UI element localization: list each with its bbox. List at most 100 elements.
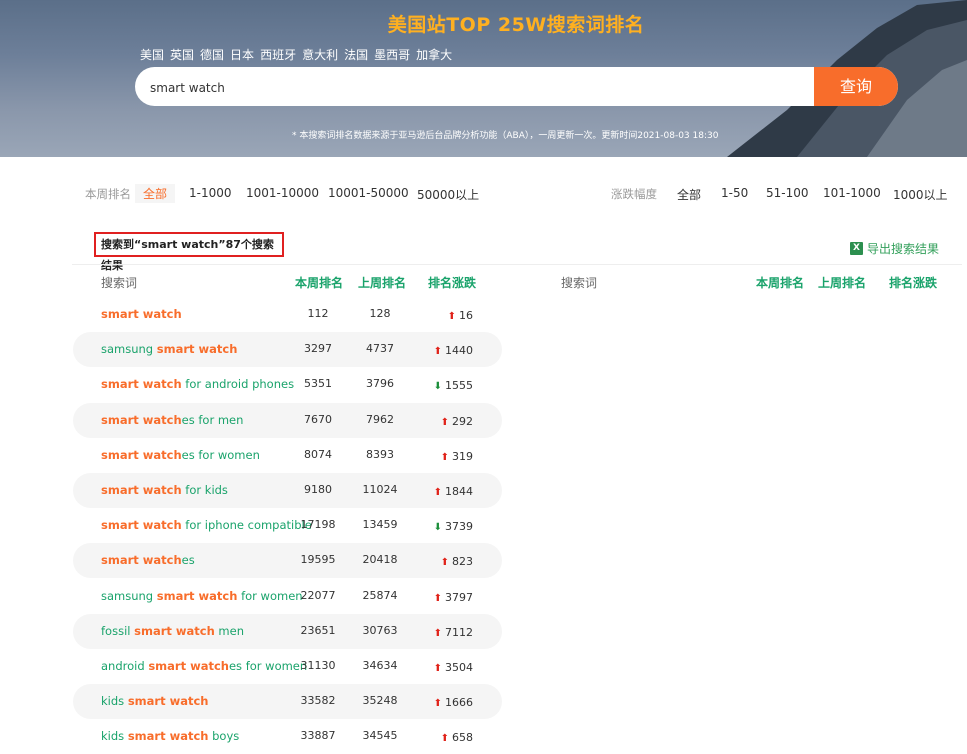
keyword-link[interactable]: smart watch (101, 307, 182, 321)
keyword-link[interactable]: samsung smart watch (101, 342, 237, 356)
filter-bar: 本周排名 全部 1-1000 1001-10000 10001-50000 50… (0, 184, 967, 204)
keyword-link[interactable]: smart watches (101, 553, 195, 567)
keyword-highlight: smart watch (127, 694, 209, 709)
rank-change-value: 3797 (445, 590, 473, 604)
table-row: samsung smart watch 3297 4737 ⬆ 1440 (73, 332, 502, 368)
header-keyword: 搜索词 (101, 276, 138, 290)
rank-change-value: 3504 (445, 661, 473, 674)
keyword-link[interactable]: kids smart watch boys (101, 729, 239, 743)
country-tab-ca[interactable]: 加拿大 (416, 46, 452, 63)
last-week-rank: 35248 (362, 694, 398, 708)
last-week-rank: 4737 (366, 342, 394, 356)
rank-change-value: 7112 (445, 625, 473, 639)
country-tab-us[interactable]: 美国 (140, 46, 164, 63)
keyword-highlight: smart watch (101, 307, 182, 321)
change-filter-101-1000[interactable]: 101-1000 (823, 186, 881, 200)
country-tab-it[interactable]: 意大利 (302, 46, 338, 63)
rank-change-value: 1555 (445, 379, 473, 393)
country-tab-mx[interactable]: 墨西哥 (374, 46, 410, 63)
country-tab-fr[interactable]: 法国 (344, 46, 368, 63)
keyword-link[interactable]: smart watches for women (101, 448, 260, 462)
header-last-week-right[interactable]: 上周排名 (818, 274, 866, 291)
table-row: android smart watches for women 31130 3463… (73, 649, 502, 684)
table-row: smart watch for iphone compatible 17198 13… (73, 508, 502, 543)
keyword-prefix: samsung (101, 342, 157, 357)
keyword-link[interactable]: android smart watches for women (101, 659, 307, 673)
keyword-link[interactable]: smart watches for men (101, 413, 243, 427)
rank-change-value: 1844 (445, 485, 473, 498)
header-last-week[interactable]: 上周排名 (358, 274, 406, 291)
change-filter-1000-plus[interactable]: 1000以上 (893, 186, 948, 203)
keyword-suffix: for android phones (181, 377, 295, 392)
last-week-rank: 34545 (362, 729, 398, 743)
arrow-up-icon: ⬆ (433, 698, 442, 710)
country-tab-jp[interactable]: 日本 (230, 46, 254, 63)
table-row: smart watches for men 7670 7962 ⬆ 292 (73, 402, 502, 438)
keyword-link[interactable]: kids smart watch (101, 694, 208, 708)
header-this-week[interactable]: 本周排名 (295, 274, 343, 291)
rank-change-value: 3739 (445, 520, 473, 534)
keyword-highlight: smart watch (101, 483, 182, 497)
rank-change: ⬆ 658 (417, 731, 473, 744)
keyword-highlight: smart watch (101, 412, 182, 427)
arrow-up-icon: ⬆ (440, 733, 449, 745)
arrow-down-icon: ⬇ (433, 381, 442, 393)
rank-change: ⬆ 7112 (417, 626, 473, 639)
arrow-up-icon: ⬆ (433, 663, 442, 674)
keyword-highlight: smart watch (148, 659, 229, 673)
keyword-highlight: smart watch (156, 342, 238, 357)
rank-change-value: 1440 (445, 344, 473, 358)
rank-filter-50000-plus[interactable]: 50000以上 (417, 186, 479, 203)
country-tab-uk[interactable]: 英国 (170, 46, 194, 63)
rank-filter-1-1000[interactable]: 1-1000 (189, 186, 232, 200)
rank-change-value: 16 (459, 309, 473, 322)
rank-filter-1001-10000[interactable]: 1001-10000 (246, 186, 319, 200)
export-button[interactable]: X 导出搜索结果 (850, 240, 939, 257)
table-row: smart watch 112 128 ⬆ 16 (73, 297, 502, 332)
excel-icon: X (850, 242, 863, 255)
keyword-highlight: smart watch (156, 588, 238, 603)
table-row: smart watches for women 8074 8393 ⬆ 319 (73, 438, 502, 473)
keyword-link[interactable]: smart watch for android phones (101, 377, 294, 391)
country-tabs: 美国 英国 德国 日本 西班牙 意大利 法国 墨西哥 加拿大 (140, 46, 452, 63)
last-week-rank: 7962 (366, 412, 394, 426)
keyword-suffix: es for women (181, 447, 260, 462)
rank-change: ⬆ 3797 (417, 591, 473, 604)
change-filter-all[interactable]: 全部 (677, 186, 701, 203)
rank-change-value: 292 (452, 414, 473, 428)
export-label: 导出搜索结果 (867, 242, 940, 256)
rank-change: ⬆ 319 (417, 450, 473, 463)
last-week-rank: 30763 (362, 623, 398, 637)
search-button[interactable]: 查询 (814, 67, 898, 106)
last-week-rank: 13459 (362, 518, 398, 532)
country-tab-de[interactable]: 德国 (200, 46, 224, 63)
header-change-right[interactable]: 排名涨跌 (889, 274, 937, 291)
arrow-up-icon: ⬆ (440, 451, 449, 463)
change-filter-51-100[interactable]: 51-100 (766, 186, 809, 200)
arrow-up-icon: ⬆ (440, 416, 449, 428)
rank-change-value: 658 (452, 731, 473, 745)
header-change[interactable]: 排名涨跌 (428, 274, 476, 291)
keyword-highlight: smart watch (127, 729, 209, 744)
header-this-week-right[interactable]: 本周排名 (756, 274, 804, 291)
keyword-link[interactable]: samsung smart watch for women (101, 589, 303, 603)
rank-change-value: 823 (452, 555, 473, 569)
rank-change: ⬇ 3739 (417, 520, 473, 533)
rank-change: ⬆ 1844 (417, 485, 473, 498)
country-tab-es[interactable]: 西班牙 (260, 46, 296, 63)
keyword-link[interactable]: fossil smart watch men (101, 624, 244, 638)
keyword-suffix: for kids (181, 483, 228, 497)
last-week-rank: 20418 (362, 553, 398, 567)
rank-filter-10001-50000[interactable]: 10001-50000 (328, 186, 409, 200)
rank-change: ⬆ 823 (417, 555, 473, 568)
rank-change: ⬇ 1555 (417, 379, 473, 392)
keyword-highlight: smart watch (101, 553, 182, 568)
keyword-link[interactable]: smart watch for kids (101, 483, 228, 497)
search-input[interactable] (148, 67, 812, 106)
keyword-suffix: boys (208, 729, 240, 744)
keyword-prefix: kids (101, 729, 128, 744)
rank-filter-label: 本周排名 (85, 187, 131, 201)
rank-filter-all[interactable]: 全部 (135, 184, 176, 203)
change-filter-1-50[interactable]: 1-50 (721, 186, 748, 200)
keyword-prefix: samsung (101, 588, 157, 603)
